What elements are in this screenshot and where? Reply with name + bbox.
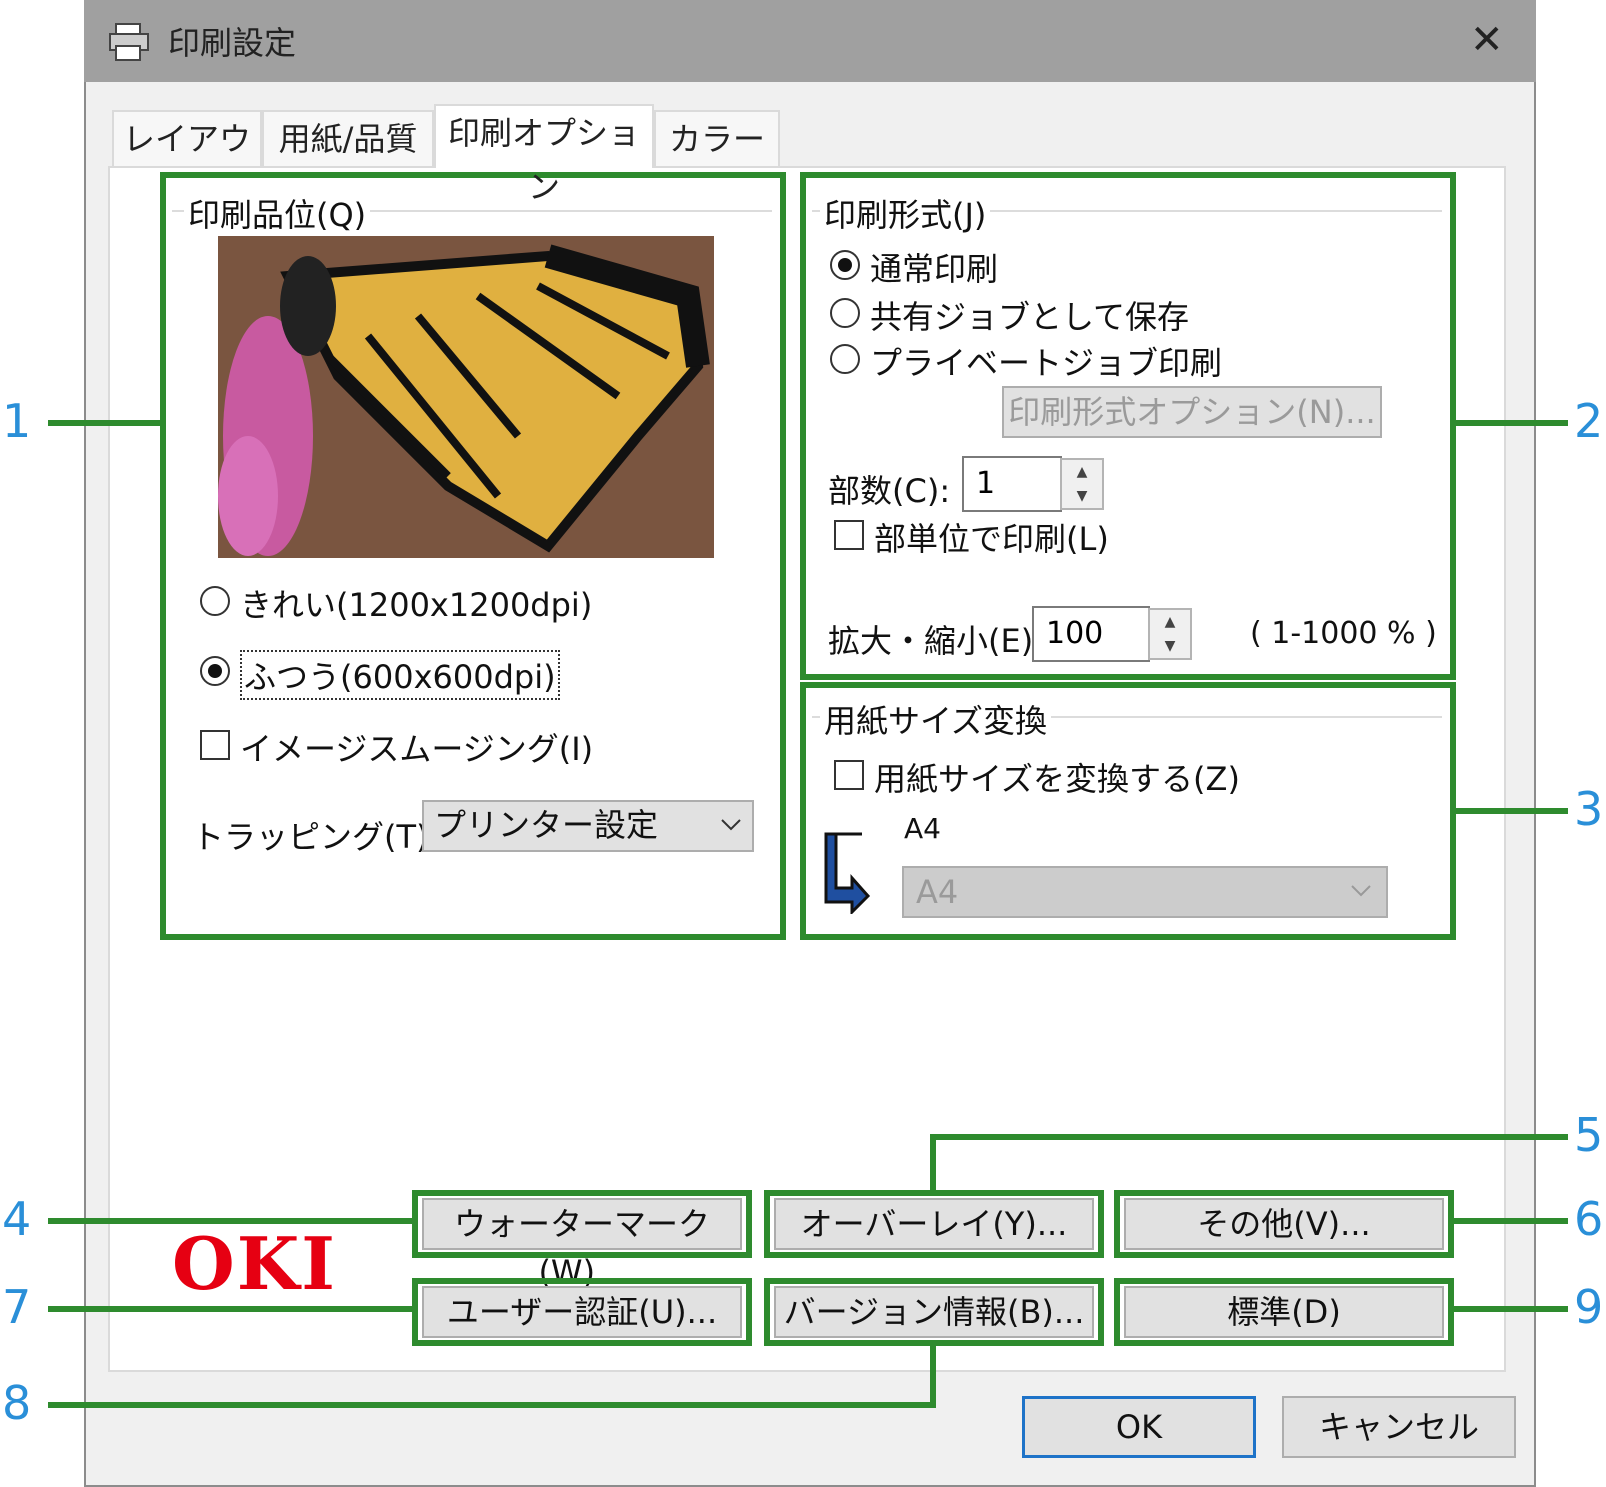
callout-line-6 <box>1450 1218 1568 1224</box>
collate-checkbox[interactable] <box>834 520 864 550</box>
quality-fine-radio[interactable] <box>200 586 230 616</box>
other-button[interactable]: その他(V)... <box>1124 1198 1444 1250</box>
version-button[interactable]: バージョン情報(B)... <box>774 1286 1094 1338</box>
tab-paper-quality[interactable]: 用紙/品質 <box>262 110 434 166</box>
printer-icon <box>109 23 149 61</box>
callout-line-8-vertical <box>930 1342 936 1408</box>
format-normal-label: 通常印刷 <box>870 250 999 288</box>
paper-convert-label: 用紙サイズを変換する(Z) <box>874 760 1240 798</box>
format-private-label: プライベートジョブ印刷 <box>870 344 1223 382</box>
collate-label: 部単位で印刷(L) <box>874 520 1109 558</box>
callout-number-9: 9 <box>1574 1280 1604 1334</box>
print-format-group-label: 印刷形式(J) <box>820 190 991 236</box>
format-shared-label: 共有ジョブとして保存 <box>870 298 1190 336</box>
copies-spinner[interactable]: ▲ ▼ <box>1060 458 1104 510</box>
quality-fine-label: きれい(1200x1200dpi) <box>240 586 593 624</box>
format-private-radio[interactable] <box>830 344 860 374</box>
copies-input[interactable]: 1 <box>962 456 1062 512</box>
title-bar <box>84 0 1536 82</box>
callout-line-3 <box>1450 808 1568 814</box>
smoothing-checkbox[interactable] <box>200 730 230 760</box>
trapping-value: プリンター設定 <box>434 806 659 844</box>
window-title: 印刷設定 <box>168 24 297 62</box>
callout-number-5: 5 <box>1574 1108 1604 1162</box>
chevron-down-icon <box>721 819 741 831</box>
callout-line-9 <box>1450 1306 1568 1312</box>
format-options-button[interactable]: 印刷形式オプション(N)... <box>1002 386 1382 438</box>
format-shared-radio[interactable] <box>830 298 860 328</box>
callout-line-1 <box>48 420 162 426</box>
paper-convert-group-label: 用紙サイズ変換 <box>820 696 1052 742</box>
paper-source-size: A4 <box>904 812 941 845</box>
oki-logo: OKI <box>172 1221 337 1306</box>
chevron-down-icon <box>1351 885 1371 897</box>
cancel-button[interactable]: キャンセル <box>1282 1396 1516 1458</box>
user-auth-button[interactable]: ユーザー認証(U)... <box>422 1286 742 1338</box>
convert-arrow-icon <box>824 832 871 914</box>
scale-range: ( 1-1000 % ) <box>1250 616 1437 651</box>
quality-preview-image <box>218 236 714 558</box>
paper-target-value: A4 <box>916 873 959 911</box>
quality-normal-radio[interactable] <box>200 656 230 686</box>
callout-number-1: 1 <box>2 394 32 448</box>
callout-number-3: 3 <box>1574 782 1604 836</box>
trapping-select[interactable]: プリンター設定 <box>422 800 754 852</box>
callout-line-8 <box>48 1402 936 1408</box>
callout-number-8: 8 <box>2 1376 32 1430</box>
paper-convert-checkbox[interactable] <box>834 760 864 790</box>
tab-layout[interactable]: レイアウト <box>112 110 262 212</box>
callout-number-6: 6 <box>1574 1192 1604 1246</box>
scale-label: 拡大・縮小(E): <box>828 622 1044 660</box>
trapping-label: トラッピング(T) <box>192 818 429 856</box>
callout-number-4: 4 <box>2 1192 32 1246</box>
scale-spinner[interactable]: ▲ ▼ <box>1148 608 1192 660</box>
tab-color[interactable]: カラー <box>654 110 780 166</box>
overlay-button[interactable]: オーバーレイ(Y)... <box>774 1198 1094 1250</box>
callout-line-7 <box>48 1306 414 1312</box>
scale-input[interactable]: 100 <box>1032 606 1150 662</box>
callout-line-4 <box>48 1218 414 1224</box>
callout-line-5-vertical <box>930 1134 936 1194</box>
paper-target-select[interactable]: A4 <box>902 866 1388 918</box>
callout-line-5 <box>930 1134 1568 1140</box>
callout-number-2: 2 <box>1574 394 1604 448</box>
smoothing-label: イメージスムージング(I) <box>240 730 594 768</box>
default-button[interactable]: 標準(D) <box>1124 1286 1444 1338</box>
format-normal-radio[interactable] <box>830 250 860 280</box>
ok-button[interactable]: OK <box>1022 1396 1256 1458</box>
close-icon[interactable]: ✕ <box>1470 14 1504 66</box>
tab-print-options[interactable]: 印刷オプション <box>434 104 654 206</box>
callout-line-2 <box>1450 420 1568 426</box>
copies-label: 部数(C): <box>828 472 951 510</box>
quality-group-label: 印刷品位(Q) <box>184 190 371 236</box>
callout-number-7: 7 <box>2 1280 32 1334</box>
quality-normal-label: ふつう(600x600dpi) <box>240 650 560 700</box>
watermark-button[interactable]: ウォーターマーク(W)... <box>422 1198 742 1291</box>
